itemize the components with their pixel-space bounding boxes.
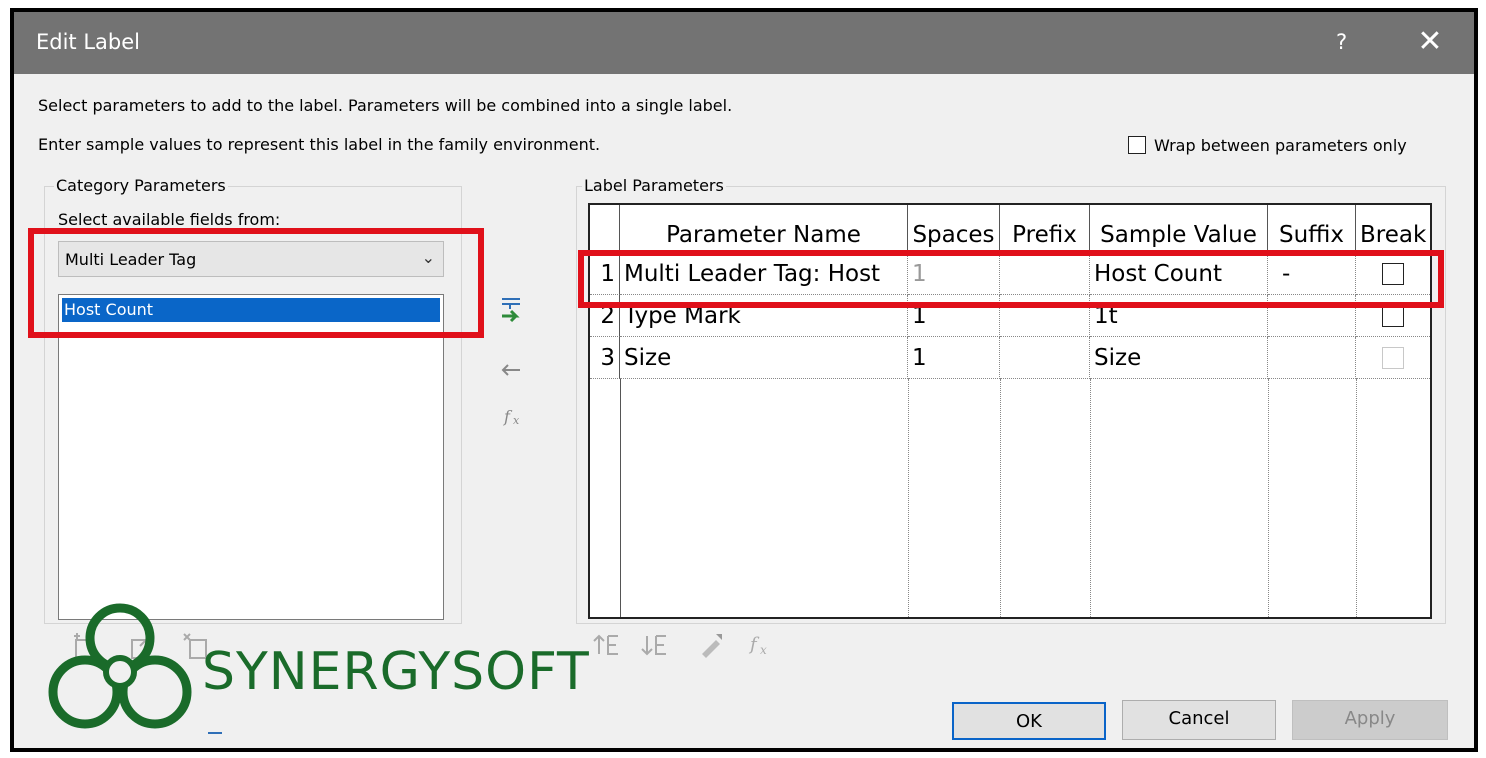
add-parameter-icon[interactable] bbox=[498, 296, 524, 326]
row-2-break-checkbox[interactable] bbox=[1382, 305, 1404, 327]
available-fields-list[interactable]: Host Count bbox=[58, 294, 444, 620]
apply-button[interactable]: Apply bbox=[1292, 700, 1448, 740]
wrap-checkbox[interactable] bbox=[1128, 136, 1146, 154]
grid-line bbox=[620, 379, 909, 617]
category-parameters-legend: Category Parameters bbox=[54, 176, 228, 195]
grid-line bbox=[590, 379, 621, 617]
ok-button[interactable]: OK bbox=[952, 702, 1106, 740]
row-3-spaces[interactable]: 1 bbox=[908, 337, 1000, 379]
watermark-text: SYNERGYSOFT bbox=[202, 642, 590, 702]
instruction-line-2: Enter sample values to represent this la… bbox=[38, 135, 601, 154]
focus-indicator bbox=[208, 732, 222, 734]
row-3-sample-value[interactable]: Size bbox=[1090, 337, 1268, 379]
function-parameter-icon[interactable]: f x bbox=[748, 632, 780, 658]
column-header-prefix: Prefix bbox=[1000, 205, 1090, 253]
synergysoft-logo-icon bbox=[48, 603, 192, 729]
column-header-sample-value: Sample Value bbox=[1090, 205, 1268, 253]
title-bar: Edit Label ? ✕ bbox=[14, 12, 1474, 74]
help-button[interactable]: ? bbox=[1336, 30, 1347, 54]
edit-parameter-icon[interactable] bbox=[698, 630, 728, 658]
grid-line bbox=[1090, 379, 1269, 617]
column-header-parameter-name: Parameter Name bbox=[620, 205, 908, 253]
select-fields-label: Select available fields from: bbox=[58, 210, 281, 229]
highlight-box-category bbox=[28, 228, 484, 338]
grid-line bbox=[1000, 379, 1091, 617]
cancel-button[interactable]: Cancel bbox=[1122, 700, 1276, 740]
row-3-suffix[interactable] bbox=[1268, 337, 1356, 379]
row-3-break-checkbox[interactable] bbox=[1382, 347, 1404, 369]
close-button[interactable]: ✕ bbox=[1410, 24, 1450, 60]
edit-label-dialog: Edit Label ? ✕ Select parameters to add … bbox=[10, 8, 1478, 752]
svg-text:f: f bbox=[748, 634, 760, 655]
svg-text:x: x bbox=[760, 643, 767, 657]
row-3-break-cell bbox=[1356, 337, 1430, 379]
header-corner bbox=[590, 205, 620, 253]
grid-line bbox=[1268, 379, 1357, 617]
row-number: 3 bbox=[590, 337, 620, 379]
column-header-suffix: Suffix bbox=[1268, 205, 1356, 253]
remove-parameter-icon[interactable] bbox=[500, 362, 522, 378]
move-up-icon[interactable] bbox=[592, 632, 622, 658]
wrap-checkbox-label: Wrap between parameters only bbox=[1154, 136, 1407, 155]
column-header-spaces: Spaces bbox=[908, 205, 1000, 253]
instruction-line-1: Select parameters to add to the label. P… bbox=[38, 96, 733, 115]
dialog-title: Edit Label bbox=[36, 30, 140, 54]
highlight-box-row-1 bbox=[578, 250, 1444, 308]
grid-line bbox=[908, 379, 1001, 617]
column-header-break: Break bbox=[1356, 205, 1430, 253]
svg-text:f: f bbox=[503, 407, 513, 426]
row-3-parameter-name[interactable]: Size bbox=[620, 337, 908, 379]
function-icon[interactable]: f x bbox=[502, 406, 528, 428]
label-parameters-legend: Label Parameters bbox=[582, 176, 726, 195]
svg-text:x: x bbox=[513, 414, 520, 427]
move-down-icon[interactable] bbox=[640, 632, 670, 658]
row-3-prefix[interactable] bbox=[1000, 337, 1090, 379]
